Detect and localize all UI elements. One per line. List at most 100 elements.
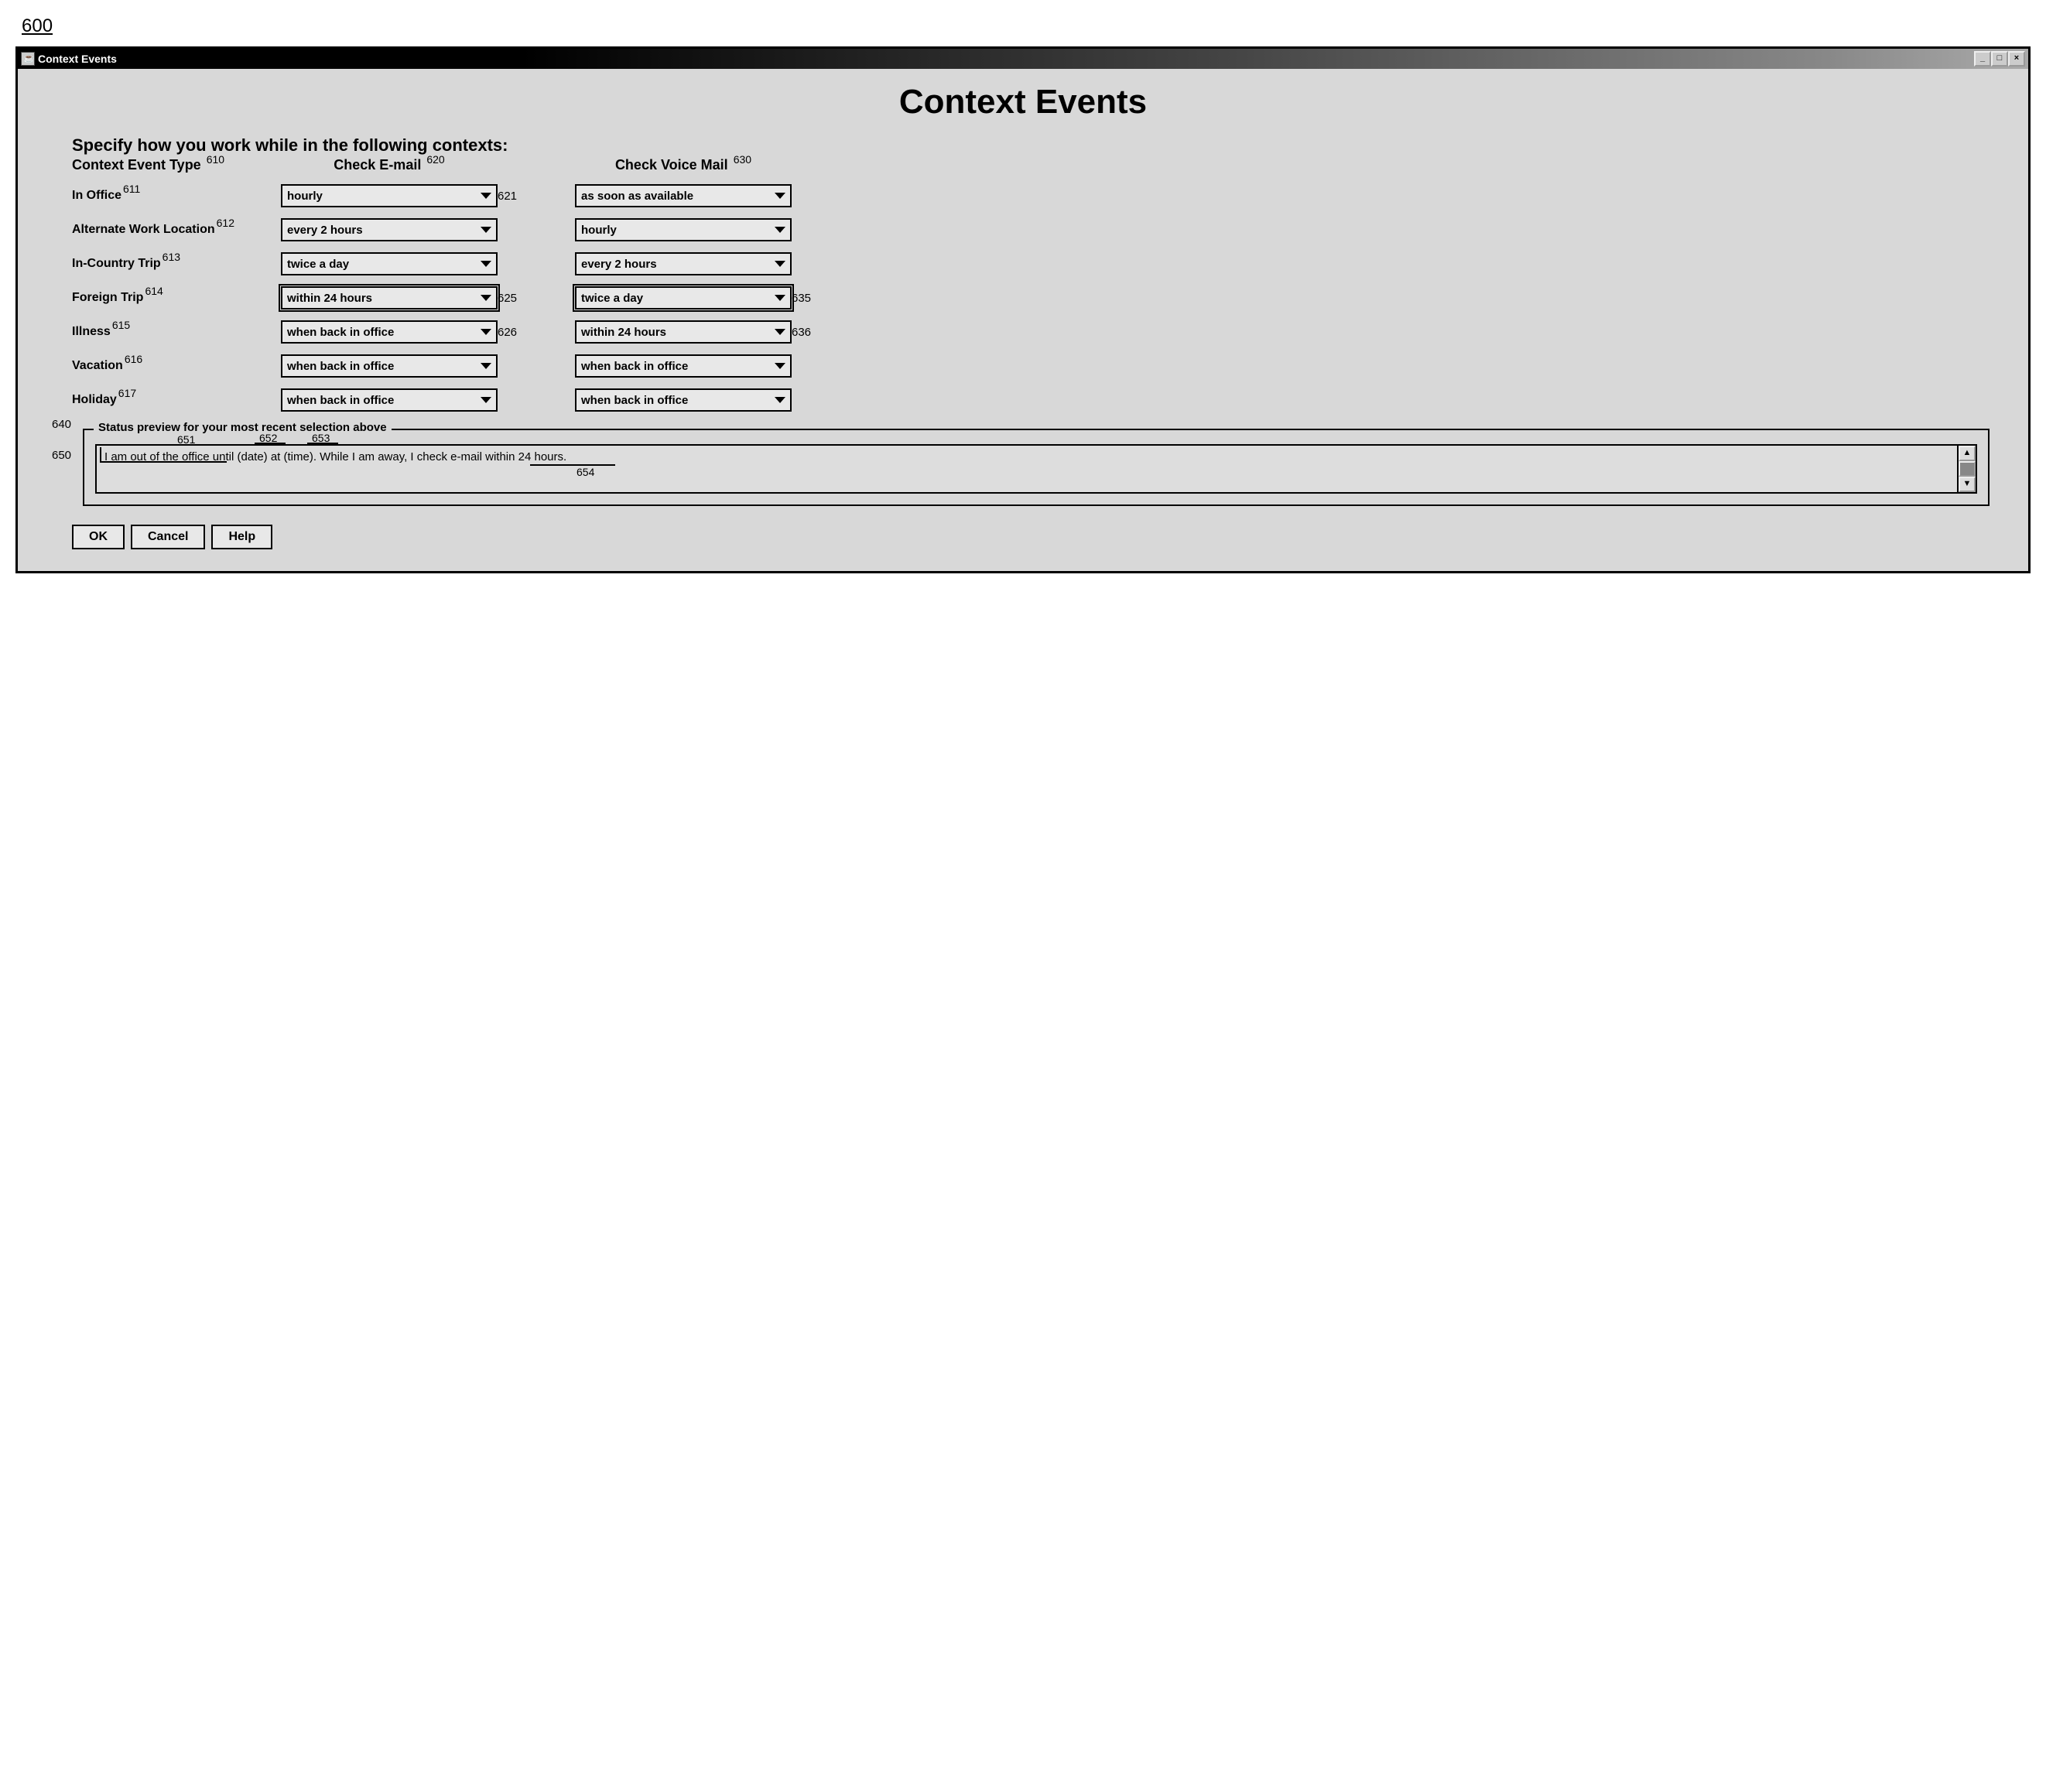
voice-dropdown-value: twice a day	[581, 292, 643, 305]
email-dropdown[interactable]: hourly	[281, 184, 498, 207]
preview-box: 651 652 653 654 I am out of the office u…	[95, 444, 1977, 494]
chevron-down-icon	[481, 397, 491, 403]
ref-620: 620	[426, 153, 444, 166]
chevron-down-icon	[481, 193, 491, 199]
dialog-buttons: OK Cancel Help	[72, 525, 1997, 549]
voice-dropdown[interactable]: twice a day	[575, 286, 792, 309]
email-dropdown[interactable]: when back in office	[281, 354, 498, 378]
chevron-down-icon	[481, 227, 491, 233]
email-dropdown[interactable]: within 24 hours	[281, 286, 498, 309]
email-dropdown-value: twice a day	[287, 258, 349, 271]
voice-dropdown-value: every 2 hours	[581, 258, 657, 271]
maximize-button[interactable]: □	[1991, 51, 2008, 67]
row-label-text: In Office	[72, 189, 121, 202]
figure-number: 600	[22, 15, 2031, 37]
chevron-down-icon	[481, 329, 491, 335]
email-dropdown-value: when back in office	[287, 326, 394, 339]
voice-dropdown[interactable]: when back in office	[575, 388, 792, 412]
row-ref: 617	[118, 387, 136, 399]
chevron-down-icon	[481, 261, 491, 267]
help-button[interactable]: Help	[211, 525, 272, 549]
voice-dropdown[interactable]: hourly	[575, 218, 792, 241]
row-label-text: Alternate Work Location	[72, 223, 215, 236]
page-title: Context Events	[49, 83, 1997, 121]
ref-653: 653	[312, 432, 330, 444]
row-label-text: Foreign Trip	[72, 291, 143, 304]
close-button[interactable]: ×	[2008, 51, 2025, 67]
row-label-text: In-Country Trip	[72, 257, 161, 270]
chevron-down-icon	[775, 193, 785, 199]
scroll-thumb[interactable]	[1959, 461, 1976, 477]
col-header-voice: Check Voice Mail 630	[575, 157, 792, 173]
ref-651: 651	[177, 433, 195, 446]
email-dropdown[interactable]: twice a day	[281, 252, 498, 275]
email-dropdown[interactable]: when back in office	[281, 388, 498, 412]
email-dropdown[interactable]: when back in office	[281, 320, 498, 344]
row-label: Holiday617	[72, 393, 281, 407]
col-header-email-label: Check E-mail	[334, 157, 421, 173]
col-header-email: Check E-mail 620	[281, 157, 498, 173]
row-label: Alternate Work Location612	[72, 223, 281, 237]
chevron-down-icon	[775, 295, 785, 301]
col-header-context: Context Event Type 610	[72, 157, 281, 173]
row-label: Illness615	[72, 325, 281, 339]
preview-scrollbar[interactable]: ▲ ▼	[1957, 446, 1976, 492]
row-ref: 615	[112, 319, 130, 331]
instruction-text: Specify how you work while in the follow…	[72, 135, 1997, 156]
ref-610: 610	[207, 153, 224, 166]
context-grid: Context Event Type 610 Check E-mail 620 …	[72, 157, 1997, 412]
bracket-651	[100, 447, 227, 463]
row-label-text: Illness	[72, 325, 111, 338]
window-title: Context Events	[38, 53, 117, 65]
preview-legend: Status preview for your most recent sele…	[94, 421, 392, 434]
row-ref: 616	[125, 353, 142, 365]
row-ref: 612	[217, 217, 234, 229]
voice-ref: 635	[792, 292, 838, 305]
chevron-down-icon	[775, 227, 785, 233]
voice-dropdown[interactable]: when back in office	[575, 354, 792, 378]
row-ref: 614	[145, 285, 163, 297]
voice-dropdown-value: within 24 hours	[581, 326, 666, 339]
row-label: Vacation616	[72, 359, 281, 373]
cancel-button[interactable]: Cancel	[131, 525, 205, 549]
titlebar: Context Events _ □ ×	[18, 49, 2028, 69]
chevron-down-icon	[775, 329, 785, 335]
email-dropdown-value: every 2 hours	[287, 224, 363, 237]
ref-630: 630	[734, 153, 751, 166]
voice-dropdown-value: hourly	[581, 224, 617, 237]
email-ref: 621	[498, 190, 575, 203]
row-label-text: Holiday	[72, 393, 117, 406]
preview-fieldset: Status preview for your most recent sele…	[83, 429, 1990, 506]
email-ref: 625	[498, 292, 575, 305]
ok-button[interactable]: OK	[72, 525, 125, 549]
ref-652: 652	[259, 432, 277, 444]
voice-dropdown-value: when back in office	[581, 360, 688, 373]
email-dropdown-value: hourly	[287, 190, 323, 203]
voice-dropdown-value: when back in office	[581, 394, 688, 407]
email-dropdown-value: when back in office	[287, 360, 394, 373]
row-label: In Office611	[72, 189, 281, 203]
chevron-down-icon	[481, 295, 491, 301]
preview-text: 651 652 653 654 I am out of the office u…	[97, 446, 1957, 492]
app-window: Context Events _ □ × Context Events Spec…	[15, 46, 2031, 573]
row-label: Foreign Trip614	[72, 291, 281, 305]
chevron-down-icon	[775, 261, 785, 267]
row-label: In-Country Trip613	[72, 257, 281, 271]
col-header-voice-label: Check Voice Mail	[615, 157, 728, 173]
voice-dropdown[interactable]: within 24 hours	[575, 320, 792, 344]
scroll-down-button[interactable]: ▼	[1959, 477, 1976, 492]
ref-650: 650	[52, 449, 71, 462]
chevron-down-icon	[481, 363, 491, 369]
java-icon	[21, 52, 35, 66]
row-ref: 613	[163, 251, 180, 263]
col-header-context-label: Context Event Type	[72, 157, 201, 173]
voice-dropdown[interactable]: every 2 hours	[575, 252, 792, 275]
row-ref: 611	[123, 183, 140, 195]
email-dropdown[interactable]: every 2 hours	[281, 218, 498, 241]
ref-654: 654	[577, 466, 594, 478]
scroll-up-button[interactable]: ▲	[1959, 446, 1976, 461]
chevron-down-icon	[775, 363, 785, 369]
row-label-text: Vacation	[72, 359, 123, 372]
minimize-button[interactable]: _	[1974, 51, 1991, 67]
voice-dropdown[interactable]: as soon as available	[575, 184, 792, 207]
